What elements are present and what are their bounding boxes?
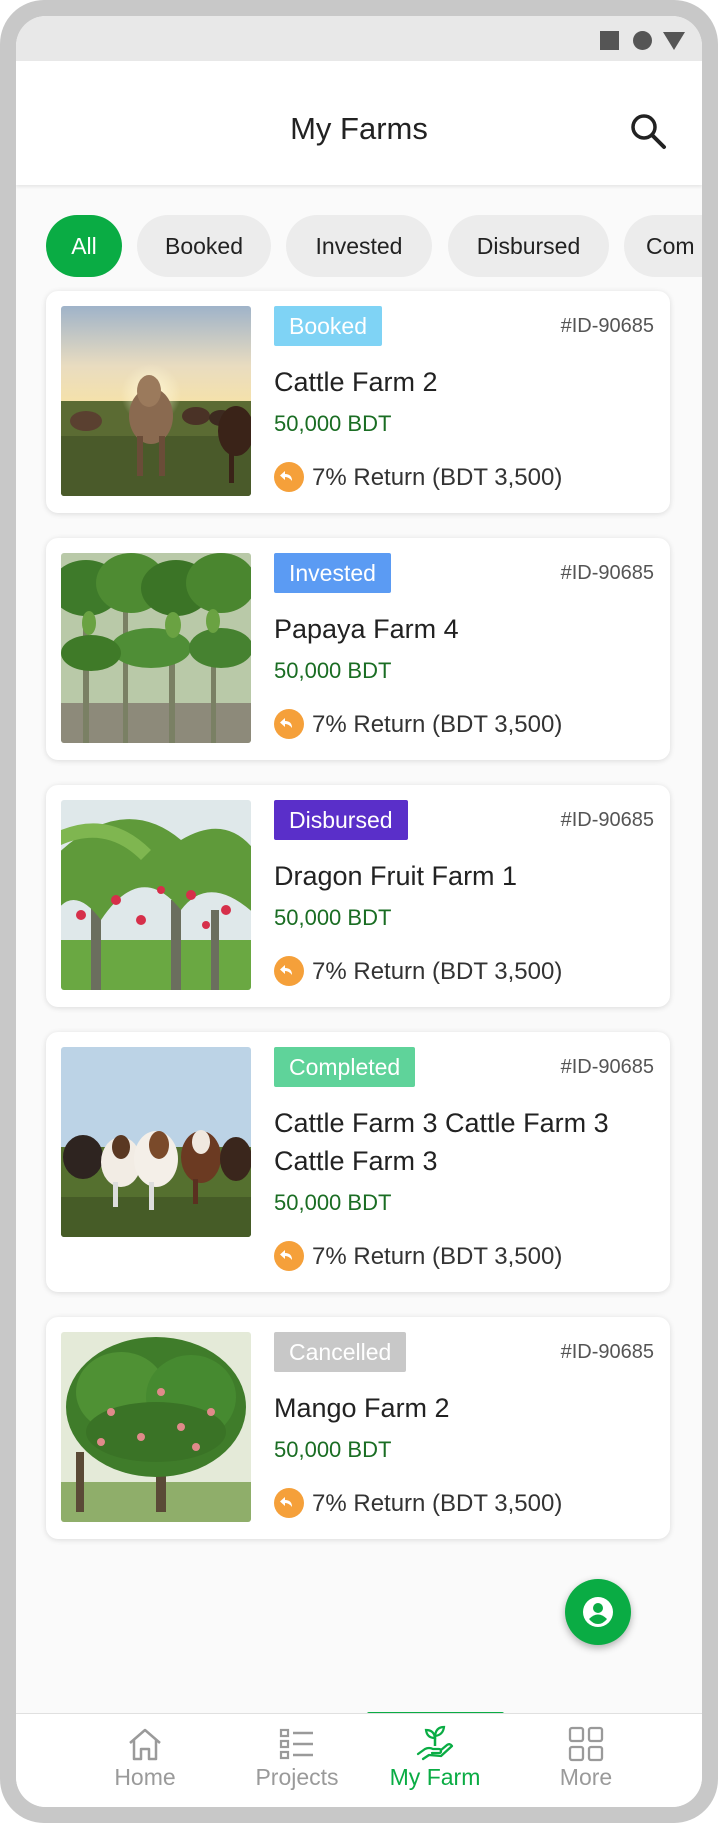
nav-item-more[interactable]: More (511, 1714, 661, 1807)
farm-image (61, 306, 251, 496)
nav-item-my-farm[interactable]: My Farm (360, 1714, 510, 1807)
nav-label-more: More (559, 1764, 613, 1790)
return-text: 7% Return (BDT 3,500) (312, 1490, 563, 1517)
farm-id: #ID-90685 (560, 809, 654, 831)
farm-amount: 50,000 BDT (274, 905, 392, 930)
return-icon (274, 955, 304, 986)
home-circle-icon (633, 31, 652, 50)
farm-card[interactable]: Cancelled #ID-90685 Mango Farm 2 50,000 … (46, 1317, 670, 1539)
profile-fab-button[interactable] (565, 1579, 631, 1645)
farm-amount: 50,000 BDT (274, 1437, 392, 1462)
status-badge: Cancelled (274, 1332, 407, 1372)
farm-id: #ID-90685 (560, 1341, 654, 1363)
return-text: 7% Return (BDT 3,500) (312, 711, 563, 738)
status-bar (16, 16, 702, 61)
status-badge: Completed (274, 1047, 416, 1087)
account-circle-icon (583, 1597, 613, 1627)
page-title: My Farms (290, 111, 428, 146)
farm-amount: 50,000 BDT (274, 411, 392, 436)
filter-chips: All Booked Invested Disbursed Com (16, 215, 702, 277)
return-icon (274, 1240, 304, 1271)
return-text: 7% Return (BDT 3,500) (312, 1243, 563, 1270)
farm-name: Cattle Farm 3 Cattle Farm 3 Cattle Farm … (274, 1108, 609, 1176)
farm-name: Cattle Farm 2 (274, 367, 438, 397)
filter-chip-disbursed[interactable]: Disbursed (448, 215, 609, 277)
recents-icon (600, 31, 619, 50)
farm-return: 7% Return (BDT 3,500) (274, 461, 563, 493)
farm-return: 7% Return (BDT 3,500) (274, 955, 563, 987)
status-badge: Disbursed (274, 800, 408, 840)
farm-card[interactable]: Booked #ID-90685 Cattle Farm 2 50,000 BD… (46, 291, 670, 513)
farm-id: #ID-90685 (560, 1056, 654, 1078)
filter-chip-all[interactable]: All (46, 215, 122, 277)
nav-label-home: Home (114, 1764, 176, 1790)
nav-item-projects[interactable]: Projects (222, 1714, 372, 1807)
return-text: 7% Return (BDT 3,500) (312, 464, 563, 491)
farm-image (61, 553, 251, 743)
filter-chip-completed[interactable]: Com (624, 215, 702, 277)
back-triangle-icon (663, 32, 685, 50)
farm-name: Dragon Fruit Farm 1 (274, 861, 518, 891)
filter-chip-invested[interactable]: Invested (286, 215, 432, 277)
farm-return: 7% Return (BDT 3,500) (274, 1240, 563, 1272)
status-badge: Invested (274, 553, 391, 593)
farm-card[interactable]: Disbursed #ID-90685 Dragon Fruit Farm 1 … (46, 785, 670, 1007)
farm-image (61, 1047, 251, 1237)
farm-name: Papaya Farm 4 (274, 614, 459, 644)
nav-label-projects: Projects (255, 1764, 339, 1790)
farm-amount: 50,000 BDT (274, 658, 392, 683)
phone-body: My Farms All Booked Invested Disbursed C… (0, 0, 718, 1823)
farm-return: 7% Return (BDT 3,500) (274, 708, 563, 740)
farm-return: 7% Return (BDT 3,500) (274, 1487, 563, 1519)
list-icon (279, 1728, 313, 1760)
app-bar: My Farms (16, 61, 702, 185)
farm-amount: 50,000 BDT (274, 1190, 392, 1215)
nav-label-my-farm: My Farm (389, 1764, 481, 1790)
farm-card[interactable]: Completed #ID-90685 Cattle Farm 3 Cattle… (46, 1032, 670, 1292)
bottom-nav: Home Projects My Farm More (16, 1713, 702, 1807)
return-text: 7% Return (BDT 3,500) (312, 958, 563, 985)
farm-image (61, 800, 251, 990)
screen: My Farms All Booked Invested Disbursed C… (16, 16, 702, 1807)
device-frame: My Farms All Booked Invested Disbursed C… (0, 0, 720, 1827)
grid-icon (568, 1726, 604, 1762)
farm-id: #ID-90685 (560, 315, 654, 337)
nav-item-home[interactable]: Home (70, 1714, 220, 1807)
return-icon (274, 1487, 304, 1518)
home-icon (129, 1728, 161, 1761)
status-badge: Booked (274, 306, 383, 346)
farm-id: #ID-90685 (560, 562, 654, 584)
filter-chip-booked[interactable]: Booked (137, 215, 271, 277)
search-icon[interactable] (628, 111, 668, 151)
return-icon (274, 708, 304, 739)
farm-card[interactable]: Invested #ID-90685 Papaya Farm 4 50,000 … (46, 538, 670, 760)
farm-name: Mango Farm 2 (274, 1393, 450, 1423)
farm-image (61, 1332, 251, 1522)
plant-in-hand-icon (416, 1725, 454, 1761)
return-icon (274, 461, 304, 492)
